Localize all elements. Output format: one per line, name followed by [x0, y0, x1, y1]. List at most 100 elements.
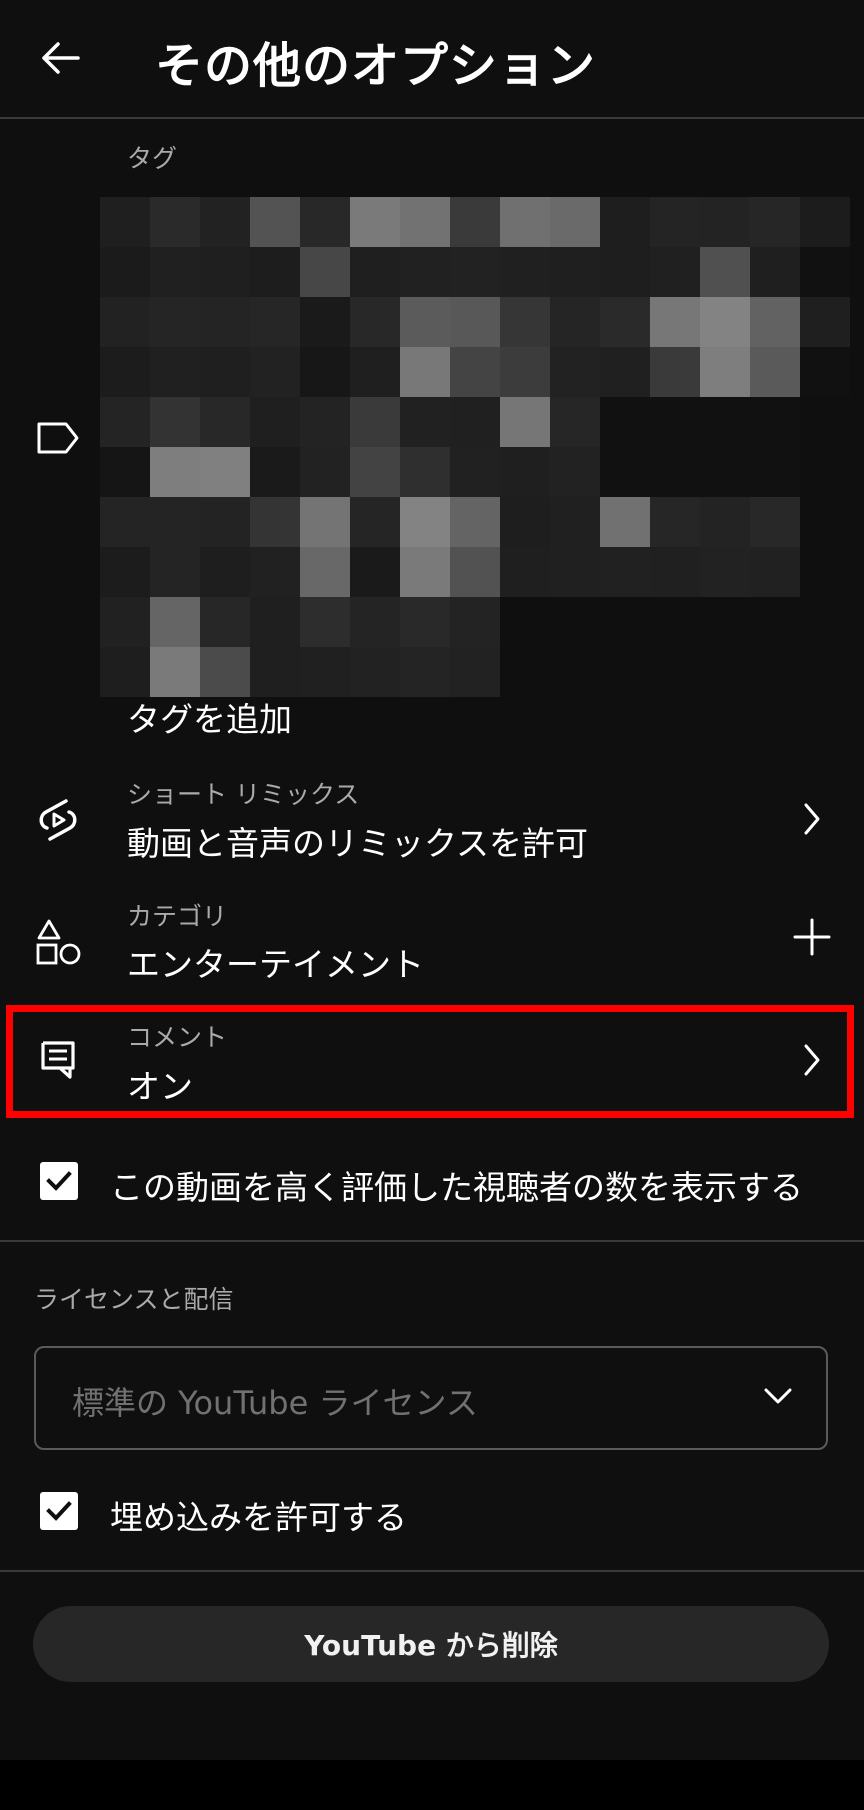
mosaic-cell — [550, 647, 600, 697]
mosaic-cell — [100, 297, 150, 347]
mosaic-cell — [300, 497, 350, 547]
show-likes-option[interactable]: この動画を高く評価した視聴者の数を表示する — [0, 1150, 864, 1216]
embed-checkbox[interactable] — [40, 1492, 78, 1530]
mosaic-cell — [700, 447, 750, 497]
mosaic-cell — [350, 547, 400, 597]
comments-highlight-box — [6, 1005, 854, 1118]
mosaic-cell — [100, 347, 150, 397]
mosaic-cell — [500, 197, 550, 247]
mosaic-cell — [500, 447, 550, 497]
mosaic-cell — [100, 597, 150, 647]
mosaic-cell — [150, 247, 200, 297]
mosaic-cell — [750, 297, 800, 347]
mosaic-cell — [200, 297, 250, 347]
mosaic-cell — [600, 247, 650, 297]
shapes-icon — [36, 918, 82, 970]
mosaic-cell — [800, 597, 850, 647]
mosaic-cell — [550, 347, 600, 397]
mosaic-cell — [600, 347, 650, 397]
mosaic-cell — [600, 547, 650, 597]
back-button[interactable] — [36, 34, 84, 82]
mosaic-cell — [800, 347, 850, 397]
mosaic-cell — [550, 497, 600, 547]
add-tag-button[interactable]: タグを追加 — [127, 693, 292, 741]
license-select-value: 標準の YouTube ライセンス — [72, 1384, 478, 1422]
delete-from-youtube-button[interactable]: YouTube から削除 — [33, 1606, 829, 1682]
show-likes-checkbox[interactable] — [40, 1162, 78, 1200]
mosaic-cell — [200, 247, 250, 297]
mosaic-cell — [300, 447, 350, 497]
mosaic-cell — [400, 247, 450, 297]
mosaic-cell — [750, 597, 800, 647]
mosaic-cell — [400, 447, 450, 497]
mosaic-cell — [650, 647, 700, 697]
mosaic-cell — [250, 497, 300, 547]
mosaic-cell — [150, 447, 200, 497]
mosaic-cell — [350, 597, 400, 647]
mosaic-cell — [550, 197, 600, 247]
mosaic-cell — [250, 297, 300, 347]
mosaic-cell — [750, 547, 800, 597]
mosaic-cell — [450, 347, 500, 397]
mosaic-cell — [700, 597, 750, 647]
mosaic-cell — [700, 247, 750, 297]
mosaic-cell — [300, 197, 350, 247]
mosaic-cell — [500, 347, 550, 397]
page-title: その他のオプション — [155, 38, 597, 94]
chevron-right-icon — [800, 801, 824, 841]
checkmark-icon — [46, 1501, 72, 1521]
mosaic-cell — [400, 297, 450, 347]
mosaic-cell — [100, 547, 150, 597]
arrow-left-icon — [42, 42, 80, 74]
tag-icon — [36, 420, 80, 460]
mosaic-cell — [250, 247, 300, 297]
mosaic-cell — [650, 297, 700, 347]
checkmark-icon — [46, 1171, 72, 1191]
mosaic-cell — [300, 347, 350, 397]
plus-icon[interactable] — [793, 918, 831, 960]
mosaic-cell — [650, 597, 700, 647]
mosaic-cell — [600, 297, 650, 347]
mosaic-cell — [200, 497, 250, 547]
shorts-remix-value: 動画と音声のリミックスを許可 — [127, 824, 589, 863]
header-divider — [0, 117, 864, 119]
license-select[interactable]: 標準の YouTube ライセンス — [34, 1346, 828, 1450]
mosaic-cell — [150, 547, 200, 597]
mosaic-cell — [300, 547, 350, 597]
mosaic-cell — [250, 197, 300, 247]
mosaic-cell — [100, 397, 150, 447]
mosaic-cell — [600, 597, 650, 647]
mosaic-cell — [800, 547, 850, 597]
mosaic-cell — [150, 647, 200, 697]
mosaic-cell — [550, 547, 600, 597]
mosaic-cell — [550, 597, 600, 647]
mosaic-cell — [350, 647, 400, 697]
mosaic-cell — [550, 447, 600, 497]
mosaic-cell — [650, 247, 700, 297]
mosaic-cell — [650, 197, 700, 247]
mosaic-cell — [750, 347, 800, 397]
shorts-remix-row[interactable]: ショート リミックス 動画と音声のリミックスを許可 — [0, 765, 864, 875]
mosaic-cell — [350, 297, 400, 347]
section-divider — [0, 1570, 864, 1572]
mosaic-cell — [700, 197, 750, 247]
mosaic-cell — [700, 497, 750, 547]
mosaic-cell — [500, 497, 550, 547]
mosaic-cell — [450, 647, 500, 697]
mosaic-cell — [800, 647, 850, 697]
mosaic-cell — [400, 647, 450, 697]
mosaic-cell — [800, 247, 850, 297]
mosaic-cell — [200, 347, 250, 397]
page: その他のオプション タグ タグを追加 ショート リミックス 動画と音声のリミック… — [0, 0, 864, 1760]
category-value: エンターテイメント — [127, 945, 424, 984]
mosaic-cell — [450, 547, 500, 597]
category-row[interactable]: カテゴリ エンターテイメント — [0, 888, 864, 998]
mosaic-cell — [350, 447, 400, 497]
embed-option[interactable]: 埋め込みを許可する — [0, 1480, 864, 1546]
section-divider — [0, 1240, 864, 1242]
mosaic-cell — [300, 297, 350, 347]
mosaic-cell — [150, 497, 200, 547]
mosaic-cell — [700, 547, 750, 597]
mosaic-cell — [800, 397, 850, 447]
mosaic-cell — [800, 497, 850, 547]
